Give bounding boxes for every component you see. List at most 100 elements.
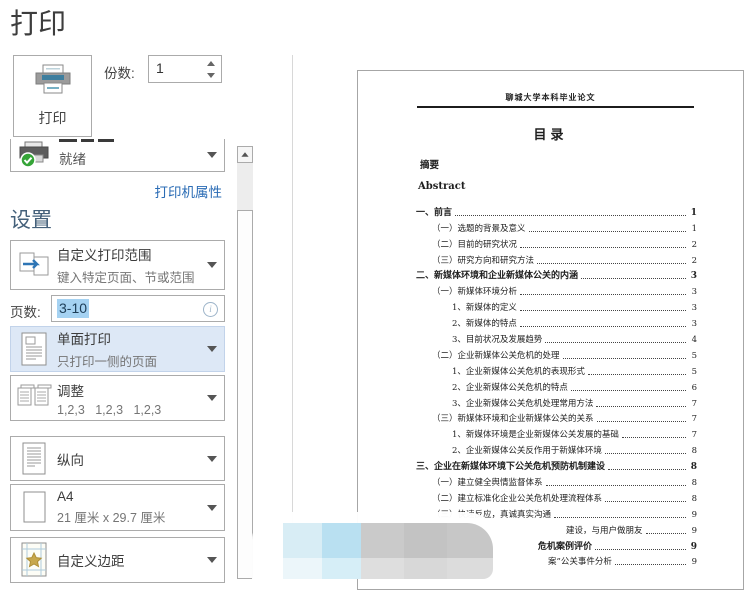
toc-entry-text: 3、企业新媒体公关危机处理常用方法 xyxy=(452,397,593,409)
document-header: 聊城大学本科毕业论文 xyxy=(358,92,743,103)
page-title: 打印 xyxy=(10,2,66,42)
scrollbar-thumb[interactable] xyxy=(237,210,253,579)
toc-page-number: 7 xyxy=(689,399,697,409)
toc-dot-leader xyxy=(546,485,686,486)
toc-dot-leader xyxy=(595,549,686,550)
toc-entry-text: 1、企业新媒体公关危机的表现形式 xyxy=(452,365,585,377)
toc-dot-leader xyxy=(520,310,686,311)
toc-entry-text: 一、前言 xyxy=(416,205,452,218)
toc-row: 3、目前状况及发展趋势 4 xyxy=(416,329,697,345)
toc-dot-leader xyxy=(537,263,686,264)
toc-page-number: 4 xyxy=(689,335,697,345)
orientation-title: 纵向 xyxy=(57,449,207,469)
toc-page-number: 2 xyxy=(689,256,697,266)
toc-page-number: 3 xyxy=(689,287,697,297)
toc-dot-leader xyxy=(608,469,686,470)
info-icon[interactable] xyxy=(203,302,218,317)
toc-page-number: 9 xyxy=(689,542,697,552)
overlay-block xyxy=(283,523,322,558)
toc-dot-leader xyxy=(646,533,686,534)
toc-entry-text: 危机案例评价 xyxy=(538,539,592,552)
toc-entry-text: （三）研究方向和研究方法 xyxy=(432,254,534,266)
toc-dot-leader xyxy=(605,501,686,502)
toc-page-number: 6 xyxy=(689,383,697,393)
sides-subtitle: 只打印一侧的页面 xyxy=(57,351,207,370)
chevron-down-icon xyxy=(207,505,217,511)
toc-row: 2、企业新媒体公关反作用于新媒体环境8 xyxy=(416,440,697,456)
print-button[interactable]: 打印 xyxy=(13,55,92,137)
overlay-block xyxy=(283,558,322,579)
toc-dot-leader xyxy=(554,517,686,518)
copies-increment-button[interactable] xyxy=(203,57,219,69)
toc-page-number: 7 xyxy=(689,414,697,424)
paper-subtitle: 21 厘米 x 29.7 厘米 xyxy=(57,507,207,526)
pages-input[interactable]: 3-10 xyxy=(51,295,225,322)
toc-page-number: 7 xyxy=(689,430,697,440)
collate-subtitle: 1,2,3 1,2,3 1,2,3 xyxy=(57,403,207,417)
toc-entry-text: 3、目前状况及发展趋势 xyxy=(452,333,542,345)
toc-row: 二、新媒体环境和企业新媒体公关的内涵3 xyxy=(416,266,697,282)
sides-title: 单面打印 xyxy=(57,328,207,348)
margins-title: 自定义边距 xyxy=(57,550,207,570)
printer-dropdown[interactable]: 就绪 xyxy=(10,139,225,172)
chevron-down-icon xyxy=(207,262,217,268)
orientation-dropdown[interactable]: 纵向 xyxy=(10,436,225,481)
toc-page-number: 2 xyxy=(689,240,697,250)
toc-entry-text: 三、企业在新媒体环境下公关危机预防机制建设 xyxy=(416,459,605,472)
toc-entry-text: 1、新媒体环境是企业新媒体公关发展的基础 xyxy=(452,428,619,440)
range-title: 自定义打印范围 xyxy=(57,244,207,264)
toc-dot-leader xyxy=(563,358,686,359)
toc-dot-leader xyxy=(588,374,686,375)
toc-entry-text: 2、企业新媒体公关危机的特点 xyxy=(452,381,568,393)
toc-entry-text: 1、新媒体的定义 xyxy=(452,301,517,313)
toc-entry-text: 建设，与用户做朋友 xyxy=(566,524,643,536)
toc-row: （三）研究方向和研究方法 2 xyxy=(416,250,697,266)
toc-row: （一）新媒体环境分析 3 xyxy=(416,281,697,297)
toc-dot-leader xyxy=(571,390,686,391)
overlay-block xyxy=(322,523,361,558)
toc-page-number: 8 xyxy=(689,462,697,472)
toc-row: 2、新媒体的特点 3 xyxy=(416,313,697,329)
toc-entry-text: （二）目前的研究状况 xyxy=(432,238,517,250)
toc-page-number: 8 xyxy=(689,494,697,504)
paper-size-icon xyxy=(11,489,57,527)
toc-entry-text: （二）建立标准化企业公关危机处理流程体系 xyxy=(432,492,602,504)
scrollbar-track[interactable] xyxy=(237,163,253,210)
toc-dot-leader xyxy=(520,326,686,327)
printer-name-clipped xyxy=(59,139,149,143)
word-print-backstage: { "colors": { "accent_link": "#2b6cb5", … xyxy=(0,0,747,579)
toc-dot-leader xyxy=(597,421,686,422)
overlay-block xyxy=(404,523,447,558)
header-rule xyxy=(417,106,694,108)
toc-row: 一、前言1 xyxy=(416,202,697,218)
paper-title: A4 xyxy=(57,489,207,504)
abstract-en-heading: Abstract xyxy=(418,181,465,192)
printer-device-icon xyxy=(17,141,55,174)
printer-properties-link[interactable]: 打印机属性 xyxy=(10,181,222,201)
copies-decrement-button[interactable] xyxy=(203,69,219,81)
overlay-block xyxy=(322,558,361,579)
toc-entry-text: 2、新媒体的特点 xyxy=(452,317,517,329)
paper-size-dropdown[interactable]: A4 21 厘米 x 29.7 厘米 xyxy=(10,484,225,531)
print-range-dropdown[interactable]: 自定义打印范围 键入特定页面、节或范围 xyxy=(10,240,225,290)
toc-entry-text: 案”公关事件分析 xyxy=(548,555,612,567)
copies-input[interactable]: 1 xyxy=(148,55,222,83)
collation-dropdown[interactable]: 调整 1,2,3 1,2,3 1,2,3 xyxy=(10,375,225,421)
abstract-cn-heading: 摘要 xyxy=(420,157,439,171)
toc-row: （二）目前的研究状况 2 xyxy=(416,234,697,250)
toc-entry-text: （二）企业新媒体公关危机的处理 xyxy=(432,349,560,361)
toc-entry-text: （一）新媒体环境分析 xyxy=(432,285,517,297)
toc-dot-leader xyxy=(605,453,686,454)
margins-dropdown[interactable]: 自定义边距 xyxy=(10,537,225,583)
one-sided-page-icon xyxy=(11,331,57,367)
scrollbar-up-button[interactable] xyxy=(237,146,253,163)
chevron-down-icon xyxy=(207,152,217,158)
toc-page-number: 3 xyxy=(689,319,697,329)
toc-row: 1、企业新媒体公关危机的表现形式5 xyxy=(416,361,697,377)
toc-row: （一）选题的背景及意义1 xyxy=(416,218,697,234)
toc-page-number: 9 xyxy=(689,526,697,536)
toc-page-number: 8 xyxy=(689,446,697,456)
overlay-blocks xyxy=(283,523,493,579)
print-sides-dropdown[interactable]: 单面打印 只打印一侧的页面 xyxy=(10,326,225,372)
toc-dot-leader xyxy=(622,437,686,438)
